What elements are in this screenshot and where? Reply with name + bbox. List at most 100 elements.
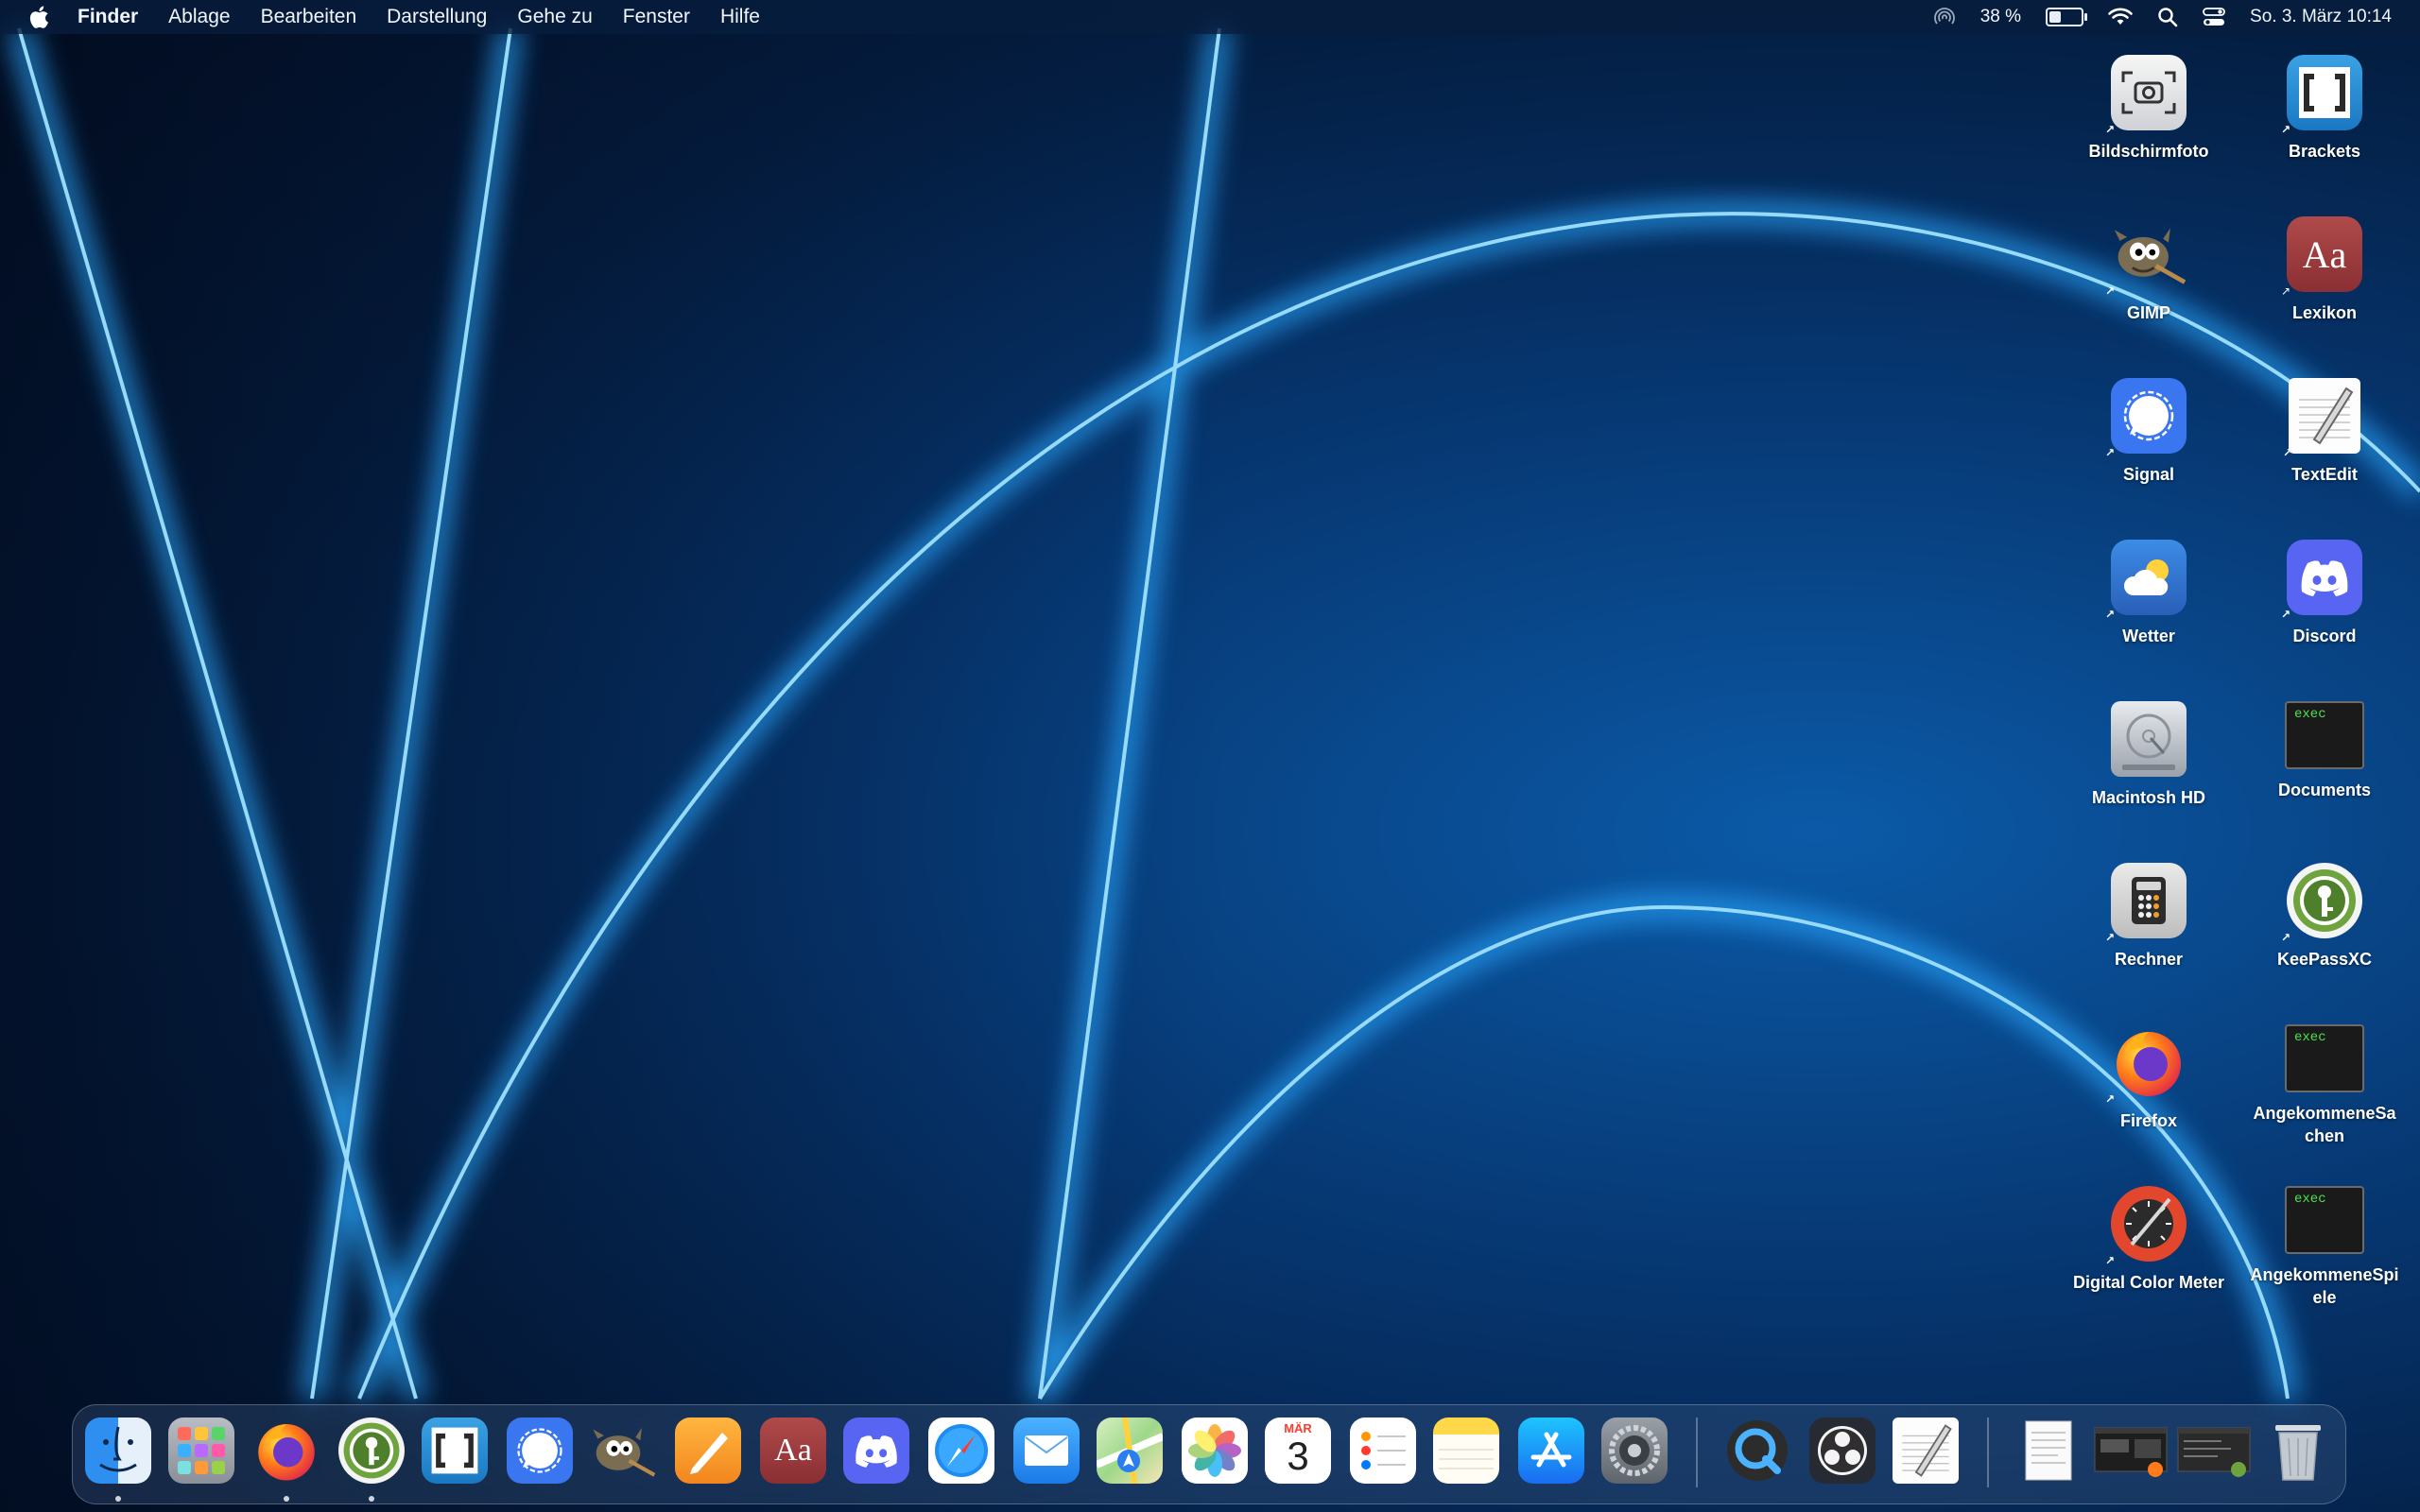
desktop-icon-label: Firefox bbox=[2119, 1111, 2177, 1130]
clock[interactable]: So. 3. März 10:14 bbox=[2250, 7, 2392, 27]
desktop-icon-label: Wetter bbox=[2122, 627, 2175, 645]
dictionary-icon: Aa bbox=[774, 1433, 812, 1468]
dock-photos[interactable] bbox=[1182, 1418, 1248, 1484]
signal-icon: ↗ bbox=[2105, 378, 2187, 459]
dock-safari[interactable] bbox=[928, 1418, 994, 1484]
dock-running-indicator bbox=[369, 1496, 374, 1502]
dock-running-indicator bbox=[284, 1496, 289, 1502]
dock-mail[interactable] bbox=[1013, 1418, 1080, 1484]
desktop-icon-gimp[interactable]: ↗ GIMP bbox=[2064, 216, 2234, 324]
dock-document-stack[interactable] bbox=[2015, 1418, 2082, 1484]
calendar-day: 3 bbox=[1287, 1434, 1309, 1478]
menu-app-finder[interactable]: Finder bbox=[78, 6, 138, 28]
battery-percent: 38 % bbox=[1979, 7, 2022, 26]
gimp-icon: ↗ bbox=[2105, 216, 2187, 298]
menu-ablage[interactable]: Ablage bbox=[168, 6, 230, 28]
desktop-icon-label: TextEdit bbox=[2291, 465, 2358, 484]
status-area: 38 % So. 3. März 10:14 bbox=[1933, 0, 2392, 34]
dock-signal[interactable] bbox=[507, 1418, 573, 1484]
dock-brackets[interactable] bbox=[422, 1418, 488, 1484]
menu-fenster[interactable]: Fenster bbox=[623, 6, 690, 28]
search-icon[interactable] bbox=[2157, 7, 2178, 27]
dock-keepassxc[interactable] bbox=[338, 1418, 405, 1484]
menu-hilfe[interactable]: Hilfe bbox=[720, 6, 760, 28]
signal-icon bbox=[517, 1428, 562, 1473]
obs-icon bbox=[1818, 1426, 1867, 1475]
wallpaper bbox=[0, 0, 2420, 1512]
trash-icon bbox=[2275, 1425, 2321, 1481]
dock-separator bbox=[1696, 1418, 1698, 1487]
dock-separator bbox=[1987, 1418, 1989, 1487]
reminders-icon bbox=[1361, 1432, 1406, 1469]
battery-icon[interactable] bbox=[2046, 8, 2088, 26]
desktop-icon-label: AngekommeneSpiele bbox=[2250, 1265, 2399, 1307]
desktop-icon-bildschirmfoto[interactable]: ↗ Bildschirmfoto bbox=[2064, 55, 2234, 163]
dock-launchpad[interactable] bbox=[168, 1418, 234, 1484]
dock-app-store[interactable] bbox=[1518, 1418, 1584, 1484]
finder-icon bbox=[99, 1426, 137, 1472]
discord-icon: ↗ bbox=[2281, 540, 2362, 621]
desktop-icon-label: Signal bbox=[2122, 465, 2174, 484]
airdrop-icon[interactable] bbox=[1933, 7, 1956, 27]
menu-darstellung[interactable]: Darstellung bbox=[387, 6, 487, 28]
notes-icon bbox=[1439, 1449, 1494, 1469]
system-settings-icon bbox=[1609, 1425, 1660, 1476]
desktop-icon-macintosh-hd[interactable]: Macintosh HD bbox=[2064, 701, 2234, 809]
brackets-icon: ↗ bbox=[2281, 55, 2362, 136]
menu-gehe-zu[interactable]: Gehe zu bbox=[517, 6, 592, 28]
menu-bearbeiten[interactable]: Bearbeiten bbox=[261, 6, 357, 28]
dock-minimized-window-1[interactable] bbox=[2093, 1418, 2169, 1484]
dock-maps[interactable] bbox=[1097, 1418, 1163, 1484]
dock-calendar[interactable]: MÄR 3 bbox=[1265, 1418, 1331, 1484]
desktop-icon-rechner[interactable]: ↗ Rechner bbox=[2064, 863, 2234, 971]
mail-icon bbox=[1025, 1435, 1068, 1466]
exec-label: exec bbox=[2294, 1192, 2326, 1207]
dock-gimp[interactable] bbox=[590, 1418, 656, 1484]
document-icon bbox=[2025, 1420, 2072, 1481]
dock-dictionary[interactable]: Aa bbox=[760, 1418, 826, 1484]
textedit-icon: ↗ bbox=[2283, 378, 2360, 459]
keepassxc-icon bbox=[343, 1422, 400, 1479]
desktop-icon-signal[interactable]: ↗ Signal bbox=[2064, 378, 2234, 486]
control-center-icon[interactable] bbox=[2203, 7, 2225, 27]
desktop-icon-lexikon[interactable]: Aa ↗ Lexikon bbox=[2239, 216, 2410, 324]
apple-menu-icon[interactable] bbox=[28, 5, 49, 29]
desktop-icon-label: Bildschirmfoto bbox=[2088, 142, 2209, 161]
desktop-icon-angekommenespiele[interactable]: exec AngekommeneSpiele bbox=[2239, 1186, 2410, 1309]
desktop-icon-textedit[interactable]: ↗ TextEdit bbox=[2239, 378, 2410, 486]
desktop-icon-label: Documents bbox=[2277, 781, 2371, 799]
keepassxc-icon: ↗ bbox=[2281, 863, 2362, 944]
desktop-icon-documents[interactable]: exec Documents bbox=[2239, 701, 2410, 801]
wifi-icon[interactable] bbox=[2108, 8, 2133, 26]
dock-discord[interactable] bbox=[843, 1418, 909, 1484]
desktop-icon-angekommenesachen[interactable]: exec AngekommeneSachen bbox=[2239, 1024, 2410, 1147]
quicktime-icon bbox=[1727, 1420, 1788, 1481]
desktop-icon-label: Lexikon bbox=[2291, 303, 2358, 322]
launchpad-icon bbox=[178, 1427, 225, 1474]
brackets-icon bbox=[431, 1427, 478, 1474]
dock-notes[interactable] bbox=[1433, 1418, 1499, 1484]
dock-obs[interactable] bbox=[1809, 1418, 1876, 1484]
window-thumbnail-icon bbox=[2177, 1427, 2251, 1477]
dock-minimized-window-2[interactable] bbox=[2176, 1418, 2252, 1484]
dock-firefox[interactable] bbox=[253, 1418, 320, 1484]
desktop-icon-digital-color-meter[interactable]: ↗ Digital Color Meter bbox=[2064, 1186, 2234, 1294]
desktop-icon-wetter[interactable]: ↗ Wetter bbox=[2064, 540, 2234, 647]
safari-icon bbox=[935, 1424, 988, 1477]
weather-icon: ↗ bbox=[2105, 540, 2187, 621]
exec-label: exec bbox=[2294, 707, 2326, 722]
desktop-icon-firefox[interactable]: ↗ Firefox bbox=[2064, 1024, 2234, 1132]
dock-quicktime[interactable] bbox=[1724, 1418, 1790, 1484]
dock-pages[interactable] bbox=[675, 1418, 741, 1484]
dock-reminders[interactable] bbox=[1350, 1418, 1416, 1484]
desktop-icon-label: Brackets bbox=[2288, 142, 2361, 161]
dock-textedit[interactable] bbox=[1893, 1418, 1959, 1484]
dock-trash[interactable] bbox=[2265, 1418, 2331, 1484]
desktop-icon-label: Digital Color Meter bbox=[2073, 1273, 2225, 1292]
exec-file-icon: exec bbox=[2285, 701, 2364, 769]
dock-system-settings[interactable] bbox=[1601, 1418, 1668, 1484]
desktop-icon-discord[interactable]: ↗ Discord bbox=[2239, 540, 2410, 647]
desktop-icon-brackets[interactable]: ↗ Brackets bbox=[2239, 55, 2410, 163]
desktop-icon-keepassxc[interactable]: ↗ KeePassXC bbox=[2239, 863, 2410, 971]
dock-finder[interactable] bbox=[85, 1418, 151, 1484]
